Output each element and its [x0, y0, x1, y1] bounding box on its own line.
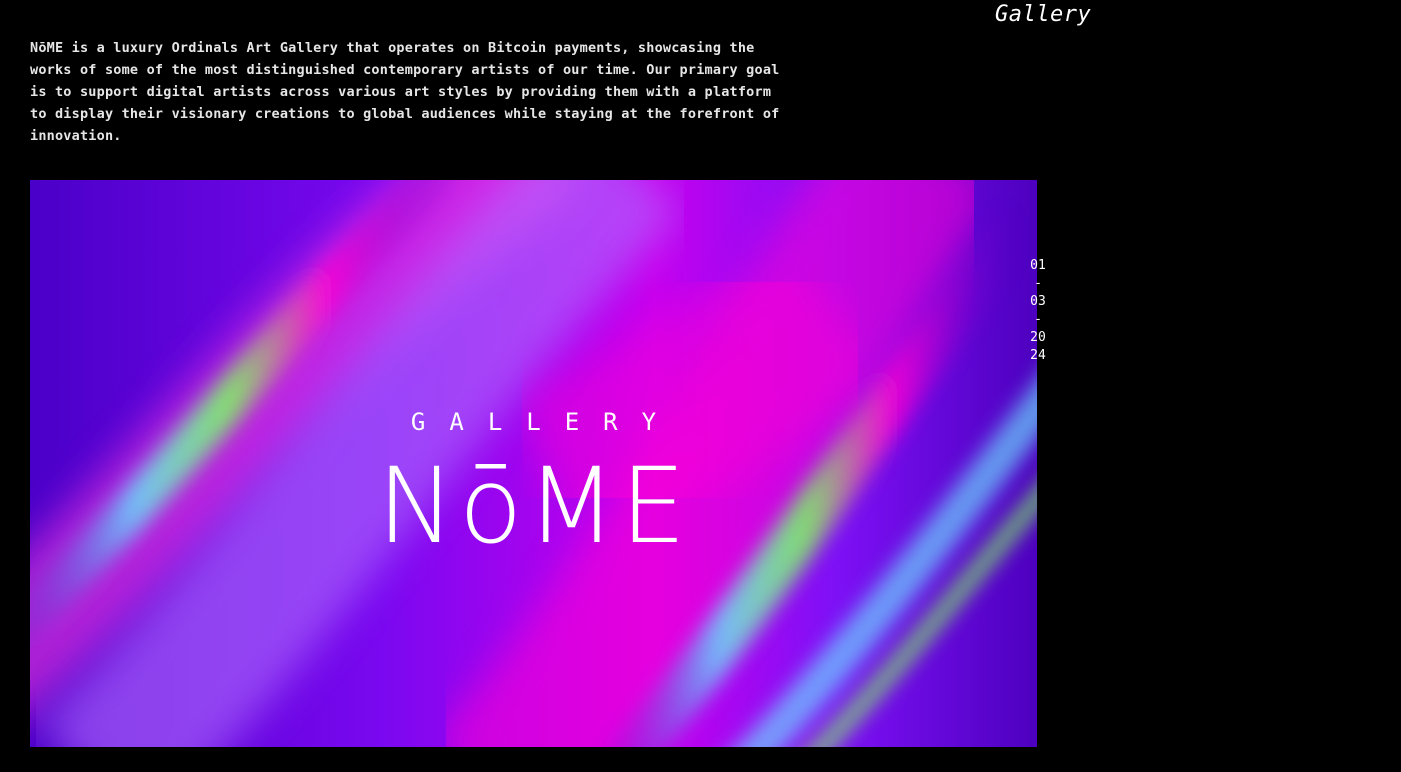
- date-part: 20: [1030, 330, 1046, 345]
- hero-brand-logo: NōME: [377, 445, 690, 567]
- intro-paragraph: NōME is a luxury Ordinals Art Gallery th…: [30, 40, 780, 144]
- hero-artwork[interactable]: GALLERY NōME: [30, 180, 1037, 747]
- page: Gallery NōME is a luxury Ordinals Art Ga…: [0, 0, 1401, 772]
- section-title: Gallery: [995, 2, 1092, 27]
- date-part: -: [1034, 276, 1042, 291]
- date-label: 01 - 03 - 20 24: [1027, 257, 1049, 365]
- date-part: 01: [1030, 258, 1046, 273]
- date-part: 03: [1030, 294, 1046, 309]
- date-part: -: [1034, 312, 1042, 327]
- hero-caption: GALLERY NōME: [30, 408, 1037, 558]
- date-part: 24: [1030, 348, 1046, 363]
- hero-kicker: GALLERY: [410, 408, 681, 436]
